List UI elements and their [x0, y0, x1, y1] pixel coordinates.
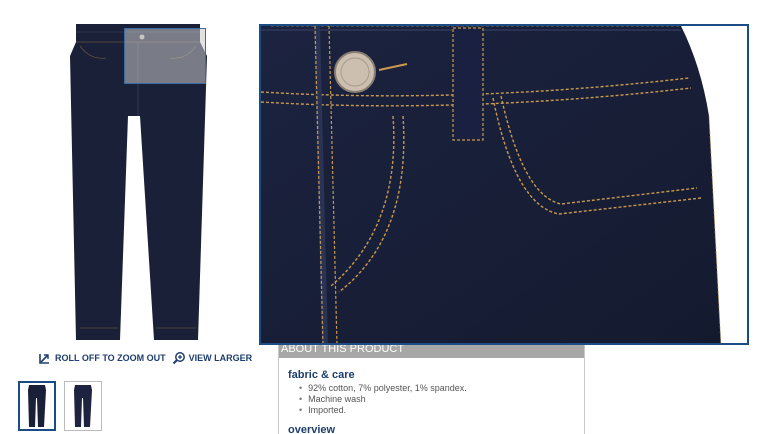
fabric-care-title: fabric & care: [288, 369, 355, 381]
zoomed-product-image: [261, 26, 722, 343]
about-header: ABOUT THIS PRODUCT: [279, 345, 584, 358]
view-larger-label: VIEW LARGER: [188, 353, 253, 363]
zoom-out-icon: [39, 354, 49, 364]
zoom-view: [259, 24, 749, 345]
roll-off-label: ROLL OFF TO ZOOM OUT: [55, 353, 166, 363]
thumbnail-2[interactable]: [64, 381, 102, 431]
list-item: 92% cotton, 7% polyester, 1% spandex.: [299, 383, 584, 394]
jeans-thumbnail-icon: [28, 385, 46, 427]
list-item: Machine wash: [299, 394, 584, 405]
about-product-panel: ABOUT THIS PRODUCT fabric & care 92% cot…: [278, 345, 585, 434]
jeans-thumbnail-icon: [74, 385, 92, 427]
roll-off-zoom-link[interactable]: ROLL OFF TO ZOOM OUT: [38, 351, 166, 365]
zoom-lens[interactable]: [124, 28, 206, 84]
fabric-care-list: 92% cotton, 7% polyester, 1% spandex. Ma…: [299, 383, 584, 416]
magnifier-plus-icon: [172, 352, 185, 365]
overview-link[interactable]: overview: [288, 424, 584, 434]
view-larger-link[interactable]: VIEW LARGER: [172, 351, 253, 365]
zoom-toolbar: ROLL OFF TO ZOOM OUT VIEW LARGER: [38, 351, 252, 365]
thumbnail-1[interactable]: [18, 381, 56, 431]
list-item: Imported.: [299, 405, 584, 416]
